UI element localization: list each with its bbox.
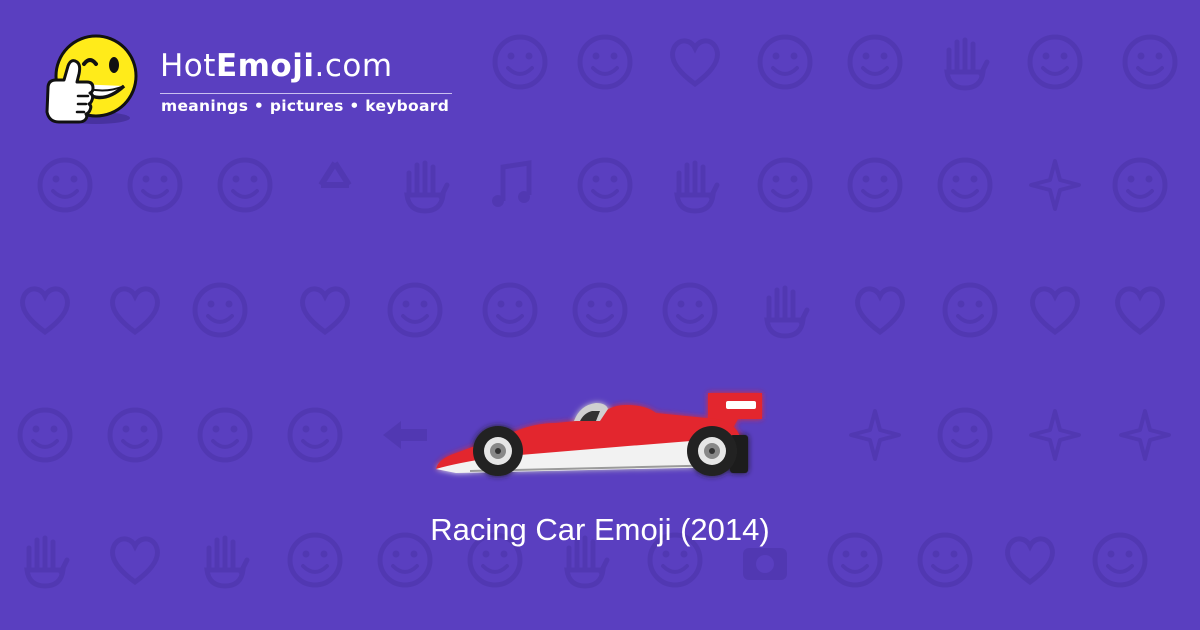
thumbs-up-winking-face-icon bbox=[45, 34, 138, 124]
heart-arrow-icon bbox=[855, 286, 905, 336]
tongue-wink-icon bbox=[387, 282, 443, 338]
scream-icon bbox=[107, 407, 163, 463]
grimace-icon bbox=[217, 157, 273, 213]
music-notes-icon bbox=[492, 160, 532, 207]
broken-heart-icon bbox=[110, 286, 160, 336]
hearts-icon bbox=[1030, 286, 1080, 336]
victory-hand-icon bbox=[674, 160, 720, 214]
site-tagline: meanings • pictures • keyboard bbox=[161, 97, 450, 115]
rose-icon bbox=[1029, 409, 1081, 461]
raised-hand-icon bbox=[764, 285, 810, 339]
frown-icon bbox=[482, 282, 538, 338]
smile-icon bbox=[492, 34, 548, 90]
recycle-icon bbox=[318, 161, 352, 188]
grin-icon bbox=[1112, 157, 1168, 213]
smiling-devil-icon bbox=[197, 407, 253, 463]
header-divider bbox=[160, 93, 452, 94]
sleeping-icon bbox=[757, 157, 813, 213]
site-name-hot: Hot bbox=[160, 48, 216, 84]
emoji-caption: Racing Car Emoji (2014) bbox=[430, 512, 770, 547]
relieved-icon bbox=[127, 157, 183, 213]
striped-heart-icon bbox=[20, 286, 70, 336]
arrow-left-icon bbox=[383, 421, 427, 449]
kiss-icon bbox=[577, 34, 633, 90]
ok-hand-icon bbox=[944, 37, 990, 91]
frown-icon bbox=[847, 157, 903, 213]
eyes-icon bbox=[1122, 34, 1178, 90]
sparkles-icon bbox=[1029, 159, 1081, 211]
site-name-emoji: Emoji bbox=[215, 48, 315, 84]
confused-icon bbox=[192, 282, 248, 338]
striped-heart-icon bbox=[300, 286, 350, 336]
neutral-icon bbox=[662, 282, 718, 338]
racing-car-icon bbox=[436, 393, 762, 476]
see-no-evil-icon bbox=[17, 407, 73, 463]
hearts-icon bbox=[670, 38, 720, 88]
raised-hands-icon bbox=[404, 160, 450, 214]
site-name-domain: .com bbox=[314, 48, 393, 84]
smile-icon bbox=[757, 34, 813, 90]
weary-icon bbox=[847, 34, 903, 90]
tongue-squint-icon bbox=[937, 407, 993, 463]
angry-icon bbox=[287, 407, 343, 463]
see-no-evil-icon bbox=[577, 157, 633, 213]
smirk-icon bbox=[37, 157, 93, 213]
heart-icon bbox=[1115, 286, 1165, 336]
sun-icon bbox=[1119, 409, 1171, 461]
fire-icon bbox=[849, 409, 901, 461]
neutral-icon bbox=[1027, 34, 1083, 90]
grin-icon bbox=[937, 157, 993, 213]
anguished-icon bbox=[942, 282, 998, 338]
site-header[interactable]: HotEmoji.com meanings • pictures • keybo… bbox=[40, 34, 480, 134]
yum-icon bbox=[572, 282, 628, 338]
site-name[interactable]: HotEmoji.com bbox=[160, 48, 393, 84]
